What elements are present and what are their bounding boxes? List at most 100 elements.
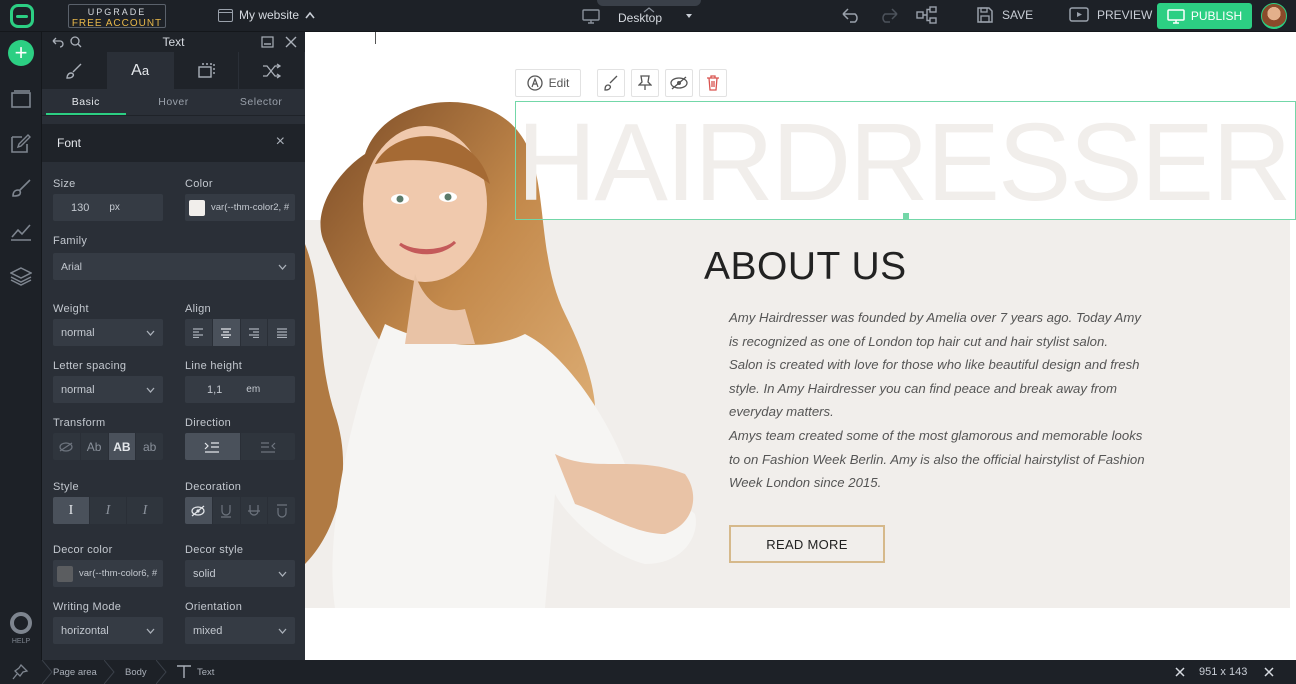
tab-selector[interactable]: Selector	[217, 89, 305, 115]
orientation-select[interactable]: mixed	[185, 617, 295, 644]
selection-outline	[515, 101, 1296, 220]
style-oblique-icon[interactable]: I	[127, 497, 163, 524]
line-height-unit[interactable]: em	[246, 384, 260, 395]
resize-handle[interactable]	[903, 213, 909, 219]
about-paragraph[interactable]: Amy Hairdresser was founded by Amelia ov…	[729, 306, 1159, 495]
transform-none-icon[interactable]	[53, 433, 81, 460]
align-left-icon[interactable]	[185, 319, 213, 346]
help-button[interactable]: HELP	[6, 612, 36, 645]
device-panel-handle[interactable]	[597, 0, 701, 13]
tab-typography[interactable]: Aa	[107, 52, 174, 89]
weight-select[interactable]: normal	[53, 319, 163, 346]
direction-ltr-icon[interactable]	[185, 433, 241, 460]
align-center-icon[interactable]	[212, 319, 241, 346]
sitemap-icon[interactable]	[916, 6, 938, 24]
decoration-underline-icon[interactable]	[212, 497, 241, 524]
tab-hover[interactable]: Hover	[130, 89, 218, 115]
about-us-heading[interactable]: ABOUT US	[704, 245, 907, 289]
app-logo-icon[interactable]	[10, 4, 34, 28]
color-label: Color	[185, 178, 213, 190]
font-section-title: Font	[57, 136, 82, 150]
publish-screen-icon	[1167, 8, 1185, 24]
style-normal-icon[interactable]: I	[53, 497, 90, 524]
weight-label: Weight	[53, 303, 89, 315]
pin-button[interactable]	[631, 69, 659, 97]
direction-segmented	[185, 433, 295, 460]
save-button[interactable]: SAVE	[976, 6, 1033, 24]
decoration-none-icon[interactable]	[185, 497, 213, 524]
decoration-segmented	[185, 497, 295, 524]
style-segmented: I I I	[53, 497, 163, 524]
tab-effects[interactable]	[174, 52, 240, 89]
size-unit[interactable]: px	[109, 202, 120, 213]
tab-style[interactable]	[42, 52, 108, 89]
browser-window-icon	[218, 8, 233, 22]
top-bar: UPGRADE FREE ACCOUNT My website Desktop …	[0, 0, 1296, 32]
site-name: My website	[239, 8, 300, 22]
close-icon[interactable]	[285, 36, 297, 48]
edit-content-icon[interactable]	[10, 134, 32, 154]
pin-icon[interactable]	[12, 664, 30, 680]
line-height-input[interactable]: 1,1 em	[185, 376, 295, 403]
preview-label: PREVIEW	[1097, 8, 1153, 22]
add-element-button[interactable]: +	[8, 40, 34, 66]
device-selector[interactable]: Desktop	[582, 7, 698, 25]
site-selector[interactable]: My website	[218, 8, 315, 22]
preview-button[interactable]: PREVIEW	[1069, 6, 1152, 24]
state-tabs: Basic Hover Selector	[42, 89, 305, 116]
breadcrumb-text[interactable]: Text	[197, 667, 214, 678]
align-justify-icon[interactable]	[268, 319, 295, 346]
tab-interactions[interactable]	[239, 52, 305, 89]
transform-capitalize[interactable]: Ab	[80, 433, 109, 460]
color-input[interactable]: var(--thm-color2, #	[185, 194, 295, 221]
paragraph-line: Salon is created with love for those who…	[729, 357, 1140, 373]
analytics-icon[interactable]	[10, 222, 32, 242]
close-icon[interactable]	[1175, 667, 1185, 677]
breadcrumb-bar: Page area Body Text 951 x 143	[0, 660, 1296, 684]
publish-button[interactable]: PUBLISH	[1157, 3, 1252, 29]
font-family-select[interactable]: Arial	[53, 253, 295, 280]
decor-style-select[interactable]: solid	[185, 560, 295, 587]
minimize-icon[interactable]	[261, 36, 274, 48]
style-brush-button[interactable]	[597, 69, 625, 97]
style-italic-icon[interactable]: I	[90, 497, 127, 524]
editor-canvas[interactable]: HAIRDRESSER Edit ABOUT US Amy Hairdresse…	[305, 32, 1296, 660]
element-toolbar: Edit	[515, 69, 727, 97]
size-label: Size	[53, 178, 76, 190]
breadcrumb-body[interactable]: Body	[125, 667, 147, 678]
decoration-overline-icon[interactable]	[268, 497, 295, 524]
direction-rtl-icon[interactable]	[240, 433, 295, 460]
transform-lowercase[interactable]: ab	[136, 433, 163, 460]
chevron-down-icon	[146, 628, 155, 634]
redo-icon[interactable]	[878, 6, 900, 24]
align-right-icon[interactable]	[241, 319, 269, 346]
style-label: Style	[53, 481, 79, 493]
upgrade-button[interactable]: UPGRADE FREE ACCOUNT	[68, 4, 166, 29]
letter-spacing-select[interactable]: normal	[53, 376, 163, 403]
hide-button[interactable]	[665, 69, 693, 97]
user-avatar[interactable]	[1261, 3, 1287, 29]
decoration-strikethrough-icon[interactable]	[240, 497, 269, 524]
transform-label: Transform	[53, 417, 106, 429]
size-input[interactable]: 130 px	[53, 194, 163, 221]
mode-tabs: Aa	[42, 52, 305, 89]
trash-icon	[707, 75, 719, 91]
paragraph-line: to on Fashion Week Berlin. Amy is also t…	[729, 451, 1145, 467]
decor-color-input[interactable]: var(--thm-color6, #	[53, 560, 163, 587]
color-swatch[interactable]	[189, 199, 205, 216]
transform-uppercase[interactable]: AB	[108, 433, 137, 460]
decor-color-swatch[interactable]	[57, 565, 73, 582]
close-icon[interactable]	[1264, 667, 1274, 677]
close-section-icon[interactable]: ×	[276, 133, 285, 151]
writing-mode-select[interactable]: horizontal	[53, 617, 163, 644]
undo-icon[interactable]	[840, 6, 862, 24]
breadcrumb-page-area[interactable]: Page area	[53, 667, 97, 678]
read-more-button[interactable]: READ MORE	[729, 525, 885, 563]
pages-icon[interactable]	[10, 89, 32, 109]
layers-icon[interactable]	[10, 266, 32, 286]
tab-basic[interactable]: Basic	[42, 89, 130, 115]
font-section-header[interactable]: Font ×	[42, 124, 305, 162]
edit-button[interactable]: Edit	[515, 69, 581, 97]
design-brush-icon[interactable]	[10, 178, 32, 198]
delete-button[interactable]	[699, 69, 727, 97]
